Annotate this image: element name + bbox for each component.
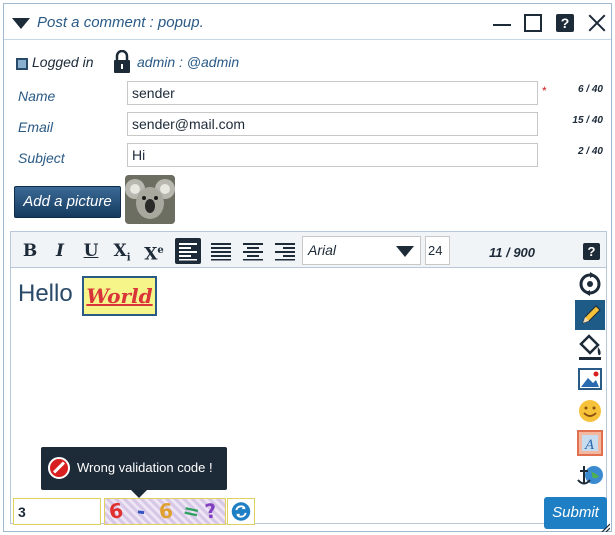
validation-error-tooltip: Wrong validation code ! xyxy=(41,447,227,498)
paint-bucket-icon[interactable] xyxy=(575,332,605,362)
editor-side-toolbar: A xyxy=(573,269,606,485)
name-field[interactable] xyxy=(127,81,538,105)
editor-char-count: 11 / 900 xyxy=(489,245,536,260)
italic-button[interactable]: I xyxy=(49,240,71,262)
close-icon[interactable] xyxy=(586,12,608,34)
subject-field[interactable] xyxy=(127,143,538,167)
align-center-button[interactable] xyxy=(240,238,266,264)
user-status-icon xyxy=(16,58,28,70)
subject-label: Subject xyxy=(18,150,65,166)
add-picture-button[interactable]: Add a picture xyxy=(14,186,121,218)
comment-popup: Post a comment : popup. ? Logged in admi… xyxy=(3,3,612,532)
content-text-hello: Hello xyxy=(18,280,73,307)
validation-code-input[interactable] xyxy=(13,498,101,525)
captcha-char: 6 xyxy=(107,498,125,525)
align-center-icon xyxy=(243,243,263,261)
captcha-char: ? xyxy=(203,498,219,524)
bold-button[interactable]: B xyxy=(19,240,41,262)
subscript-button[interactable]: Xi xyxy=(111,240,133,263)
image-icon[interactable] xyxy=(575,364,605,394)
lock-icon xyxy=(114,50,130,73)
captcha-image: 6 - 6 = ? xyxy=(104,498,226,525)
captcha-char: 6 xyxy=(157,498,175,524)
content-text-world: World xyxy=(82,276,157,316)
name-char-count: 6 / 40 xyxy=(577,84,603,95)
email-field[interactable] xyxy=(127,112,538,136)
validation-error-message: Wrong validation code ! xyxy=(77,460,213,475)
svg-text:A: A xyxy=(584,438,594,453)
logged-in-label: Logged in xyxy=(32,54,94,70)
user-name: admin : @admin xyxy=(137,54,240,70)
window-title: Post a comment : popup. xyxy=(37,14,204,31)
align-left-icon xyxy=(179,243,197,261)
maximize-icon[interactable] xyxy=(524,14,542,32)
error-icon xyxy=(48,457,70,479)
justify-icon xyxy=(211,243,231,261)
captcha-char: = xyxy=(180,498,203,525)
collapse-arrow-icon[interactable] xyxy=(12,18,30,29)
captcha-char: - xyxy=(135,498,147,524)
bottom-bar: 6 - 6 = ? Submit xyxy=(10,492,607,530)
emoji-icon[interactable] xyxy=(575,396,605,426)
email-char-count: 15 / 40 xyxy=(572,115,603,126)
anchor-link-icon[interactable] xyxy=(575,460,605,490)
email-label: Email xyxy=(18,119,54,135)
koala-thumbnail[interactable] xyxy=(125,175,175,224)
align-left-button[interactable] xyxy=(175,238,201,264)
title-bar[interactable]: Post a comment : popup. ? xyxy=(4,4,611,40)
resize-handle-icon[interactable] xyxy=(600,522,610,532)
subject-char-count: 2 / 40 xyxy=(577,146,603,157)
required-mark: * xyxy=(542,84,547,98)
editor-toolbar: B I U Xi Xe Arial 24 11 / 900 ? xyxy=(11,232,606,268)
align-right-icon xyxy=(275,243,295,261)
minimize-icon[interactable] xyxy=(491,12,513,34)
rotate-icon[interactable] xyxy=(575,269,605,299)
submit-button[interactable]: Submit xyxy=(544,497,607,529)
superscript-button[interactable]: Xe xyxy=(143,240,165,265)
editor-help-icon[interactable]: ? xyxy=(583,243,600,260)
font-family-value: Arial xyxy=(308,242,337,258)
align-right-button[interactable] xyxy=(272,238,298,264)
name-label: Name xyxy=(18,88,56,104)
underline-button[interactable]: U xyxy=(80,240,102,262)
justify-button[interactable] xyxy=(208,238,234,264)
help-icon[interactable]: ? xyxy=(556,14,574,32)
font-family-select[interactable]: Arial xyxy=(302,236,421,265)
dropdown-arrow-icon xyxy=(396,246,414,257)
refresh-captcha-icon[interactable] xyxy=(227,498,255,525)
pencil-icon[interactable] xyxy=(575,300,605,330)
font-size-input[interactable]: 24 xyxy=(425,236,450,265)
text-style-icon[interactable]: A xyxy=(575,428,605,458)
